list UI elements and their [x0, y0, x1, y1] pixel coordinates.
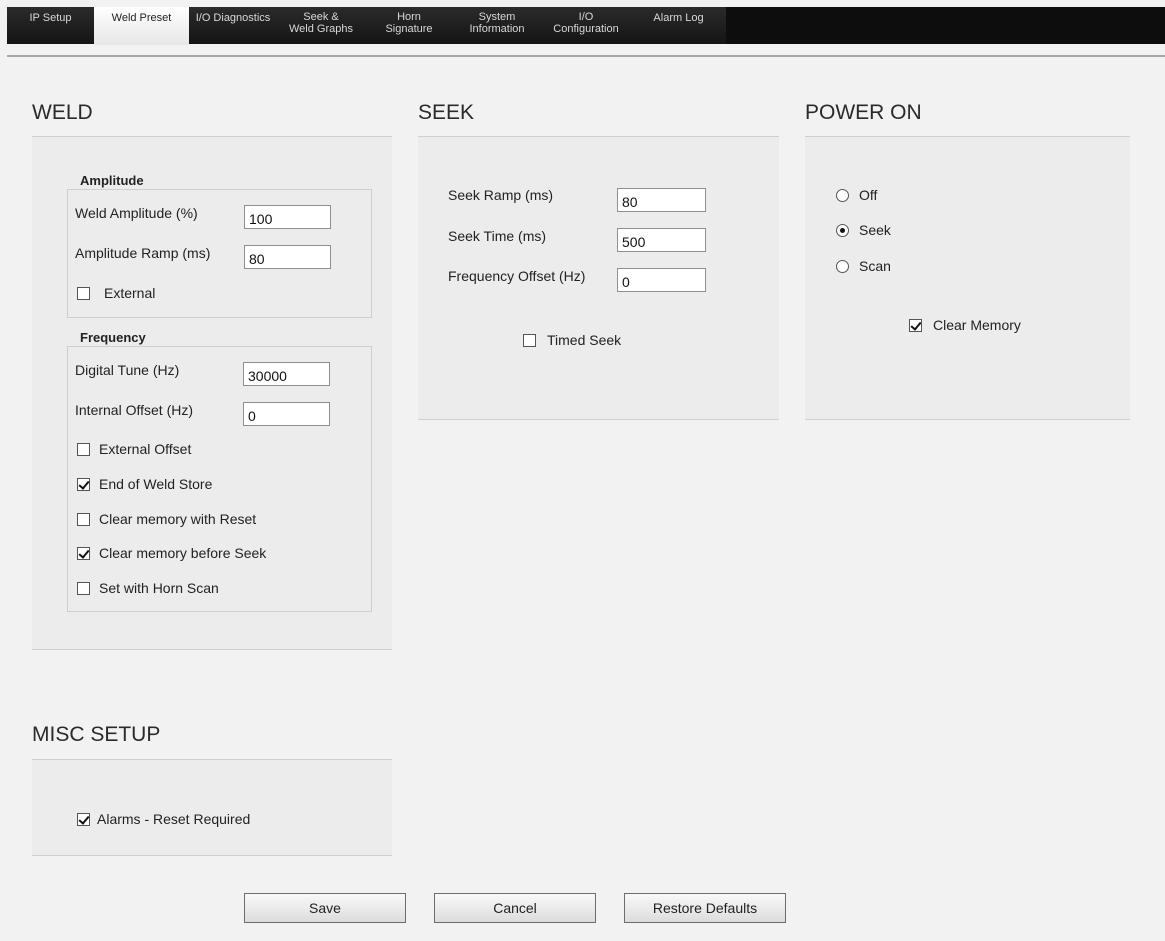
tab-label: Weld Preset: [111, 12, 172, 24]
alarms-reset-required-label: Alarms - Reset Required: [97, 811, 251, 827]
external-offset-label: External Offset: [99, 441, 192, 457]
tab-label: IP Setup: [29, 12, 72, 24]
weld-section-title: WELD: [32, 101, 93, 124]
clear-memory-label: Clear Memory: [933, 317, 1021, 333]
power-on-seek-label: Seek: [859, 222, 891, 238]
tab-label-line1: I/O: [578, 11, 594, 23]
tab-seek-weld-graphs[interactable]: Seek & Weld Graphs: [277, 7, 365, 44]
end-of-weld-store-label: End of Weld Store: [99, 476, 213, 492]
save-button[interactable]: Save: [244, 893, 406, 923]
power-on-off-radio[interactable]: [836, 189, 849, 202]
set-with-horn-scan-label: Set with Horn Scan: [99, 580, 219, 596]
tab-label: Alarm Log: [653, 12, 704, 24]
power-on-scan-radio[interactable]: [836, 260, 849, 273]
tab-label-line2: Information: [469, 23, 525, 35]
external-label: External: [104, 285, 156, 301]
tab-label-line1: Seek &: [303, 11, 339, 23]
internal-offset-label: Internal Offset (Hz): [75, 402, 194, 418]
clear-memory-with-reset-label: Clear memory with Reset: [99, 511, 257, 527]
tab-label-line2: Signature: [385, 23, 433, 35]
tab-label-line2: Weld Graphs: [289, 23, 353, 35]
misc-panel: [32, 760, 392, 855]
frequency-offset-label: Frequency Offset (Hz): [448, 268, 586, 284]
weld-bottom-rule: [32, 649, 392, 650]
digital-tune-label: Digital Tune (Hz): [75, 362, 180, 378]
misc-bottom-rule: [32, 855, 392, 856]
timed-seek-checkbox[interactable]: [523, 334, 536, 347]
tab-ip-setup[interactable]: IP Setup: [7, 7, 94, 44]
external-offset-checkbox[interactable]: [77, 443, 90, 456]
frequency-group-title: Frequency: [80, 330, 146, 345]
set-with-horn-scan-checkbox[interactable]: [77, 582, 90, 595]
timed-seek-label: Timed Seek: [547, 332, 622, 348]
amplitude-ramp-input[interactable]: [244, 245, 331, 269]
tab-io-configuration[interactable]: I/O Configuration: [541, 7, 631, 44]
tab-label-line1: System: [478, 11, 516, 23]
top-tab-bar: IP Setup Weld Preset I/O Diagnostics See…: [7, 7, 1165, 45]
tab-label-line1: Horn: [397, 11, 421, 23]
power-on-bottom-rule: [805, 419, 1130, 420]
frequency-offset-input[interactable]: [617, 268, 706, 292]
power-on-seek-radio[interactable]: [836, 224, 849, 237]
tab-horn-signature[interactable]: Horn Signature: [365, 7, 453, 44]
weld-amplitude-input[interactable]: [244, 205, 331, 229]
tab-bar-divider: [7, 55, 1165, 57]
seek-bottom-rule: [418, 419, 779, 420]
clear-memory-before-seek-label: Clear memory before Seek: [99, 545, 267, 561]
amplitude-ramp-label: Amplitude Ramp (ms): [75, 245, 211, 261]
amplitude-group-title: Amplitude: [80, 173, 144, 188]
clear-memory-checkbox[interactable]: [909, 319, 922, 332]
clear-memory-with-reset-checkbox[interactable]: [77, 513, 90, 526]
end-of-weld-store-checkbox[interactable]: [77, 478, 90, 491]
power-on-panel: [805, 137, 1130, 419]
cancel-button[interactable]: Cancel: [434, 893, 596, 923]
tab-label-line2: Configuration: [553, 23, 619, 35]
seek-ramp-input[interactable]: [617, 188, 706, 212]
tab-io-diagnostics[interactable]: I/O Diagnostics: [189, 7, 277, 44]
power-on-scan-label: Scan: [859, 258, 891, 274]
seek-ramp-label: Seek Ramp (ms): [448, 187, 554, 203]
power-on-section-title: POWER ON: [805, 101, 922, 124]
tab-label: I/O Diagnostics: [195, 12, 271, 24]
tab-system-information[interactable]: System Information: [453, 7, 541, 44]
tab-alarm-log[interactable]: Alarm Log: [631, 7, 726, 44]
external-checkbox[interactable]: [77, 287, 90, 300]
internal-offset-input[interactable]: [243, 402, 330, 426]
misc-setup-section-title: MISC SETUP: [32, 723, 161, 746]
seek-time-label: Seek Time (ms): [448, 228, 547, 244]
restore-defaults-button[interactable]: Restore Defaults: [624, 893, 786, 923]
power-on-off-label: Off: [859, 187, 878, 203]
alarms-reset-required-checkbox[interactable]: [77, 813, 90, 826]
weld-amplitude-label: Weld Amplitude (%): [75, 205, 198, 221]
clear-memory-before-seek-checkbox[interactable]: [77, 547, 90, 560]
seek-section-title: SEEK: [418, 101, 475, 124]
tab-weld-preset[interactable]: Weld Preset: [94, 7, 189, 45]
digital-tune-input[interactable]: [243, 362, 330, 386]
seek-time-input[interactable]: [617, 228, 706, 252]
